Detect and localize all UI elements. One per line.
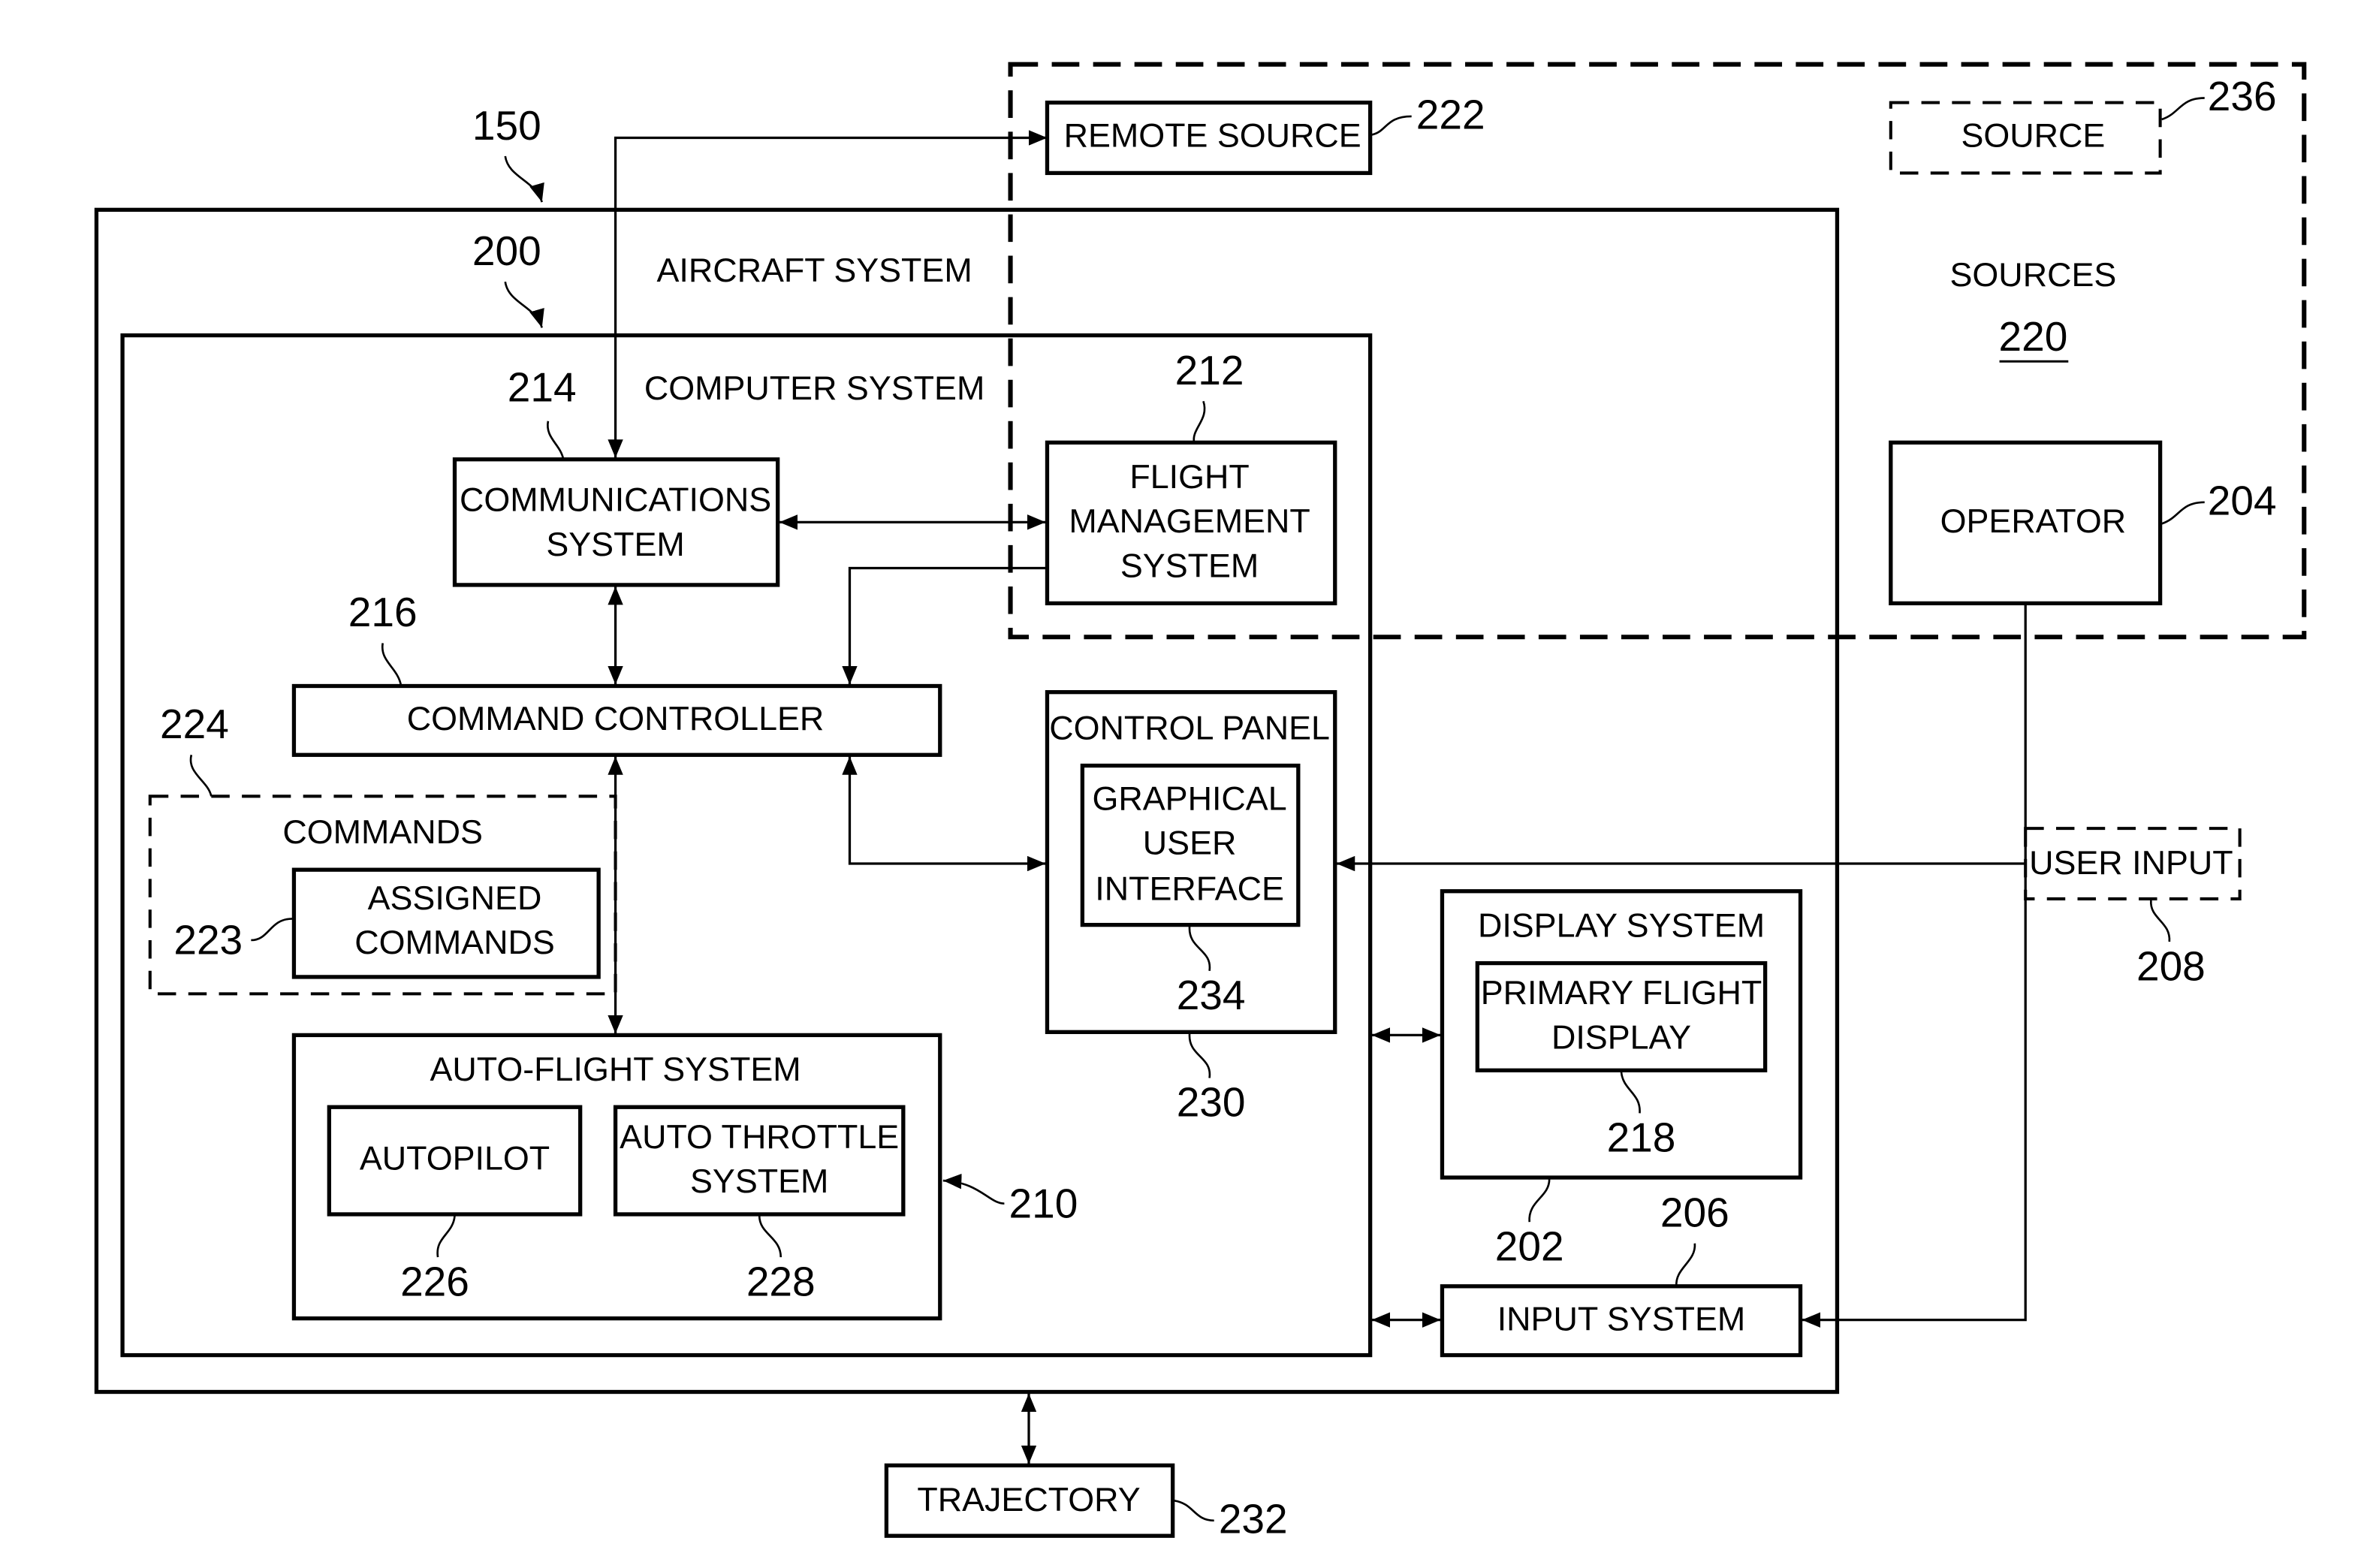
ref-220: 220	[1998, 313, 2067, 360]
leader-223	[251, 918, 293, 942]
ref-223: 223	[173, 917, 243, 963]
ref-236: 236	[2208, 73, 2277, 119]
ref-206: 206	[1660, 1190, 1729, 1236]
gui-line3: INTERFACE	[1095, 870, 1284, 908]
leader-206	[1675, 1243, 1696, 1286]
display-system-label: DISPLAY SYSTEM	[1478, 906, 1765, 945]
source-label: SOURCE	[1961, 116, 2105, 154]
leader-222	[1371, 115, 1412, 136]
pfd-line1: PRIMARY FLIGHT	[1481, 973, 1762, 1012]
ref-208: 208	[2136, 942, 2206, 989]
ref-226: 226	[400, 1258, 469, 1304]
ref-222: 222	[1416, 92, 1485, 138]
link-remote-source-communications	[608, 130, 1048, 458]
control-panel-label: CONTROL PANEL	[1049, 708, 1330, 746]
ref-224: 224	[160, 701, 229, 747]
leader-214	[547, 421, 565, 460]
aircraft-system-label: AIRCRAFT SYSTEM	[656, 251, 972, 289]
commands-label: COMMANDS	[282, 813, 483, 851]
leader-216	[381, 643, 403, 686]
link-fms-command-controller	[842, 566, 1048, 685]
ref-234: 234	[1177, 972, 1246, 1018]
fms-line3: SYSTEM	[1120, 546, 1259, 584]
communications-system-box[interactable]	[452, 457, 780, 587]
sources-label: SOURCES	[1950, 255, 2117, 294]
communications-system-line2: SYSTEM	[546, 525, 684, 563]
pfd-line2: DISPLAY	[1551, 1018, 1691, 1056]
leader-200	[504, 281, 544, 328]
user-input-label: USER INPUT	[2029, 843, 2233, 882]
leader-230	[1188, 1033, 1211, 1078]
leader-212	[1193, 400, 1206, 443]
gui-line1: GRAPHICAL	[1093, 779, 1287, 817]
ref-230: 230	[1177, 1079, 1246, 1126]
assigned-commands-line1: ASSIGNED	[368, 879, 542, 917]
ref-200: 200	[472, 228, 541, 274]
command-controller-label: COMMAND CONTROLLER	[407, 699, 825, 737]
auto-throttle-line2: SYSTEM	[690, 1162, 828, 1200]
aircraft-system-block-diagram: AIRCRAFT SYSTEM COMPUTER SYSTEM 150 200 …	[94, 62, 2307, 1542]
leader-236	[2161, 97, 2205, 121]
link-command-controller-control-panel	[842, 756, 1046, 872]
leader-232	[1174, 1499, 1214, 1522]
ref-218: 218	[1607, 1114, 1676, 1161]
fms-line2: MANAGEMENT	[1069, 502, 1310, 540]
assigned-commands-line2: COMMANDS	[354, 923, 555, 961]
ref-216: 216	[348, 589, 418, 635]
ref-214: 214	[508, 364, 577, 411]
input-system-label: INPUT SYSTEM	[1497, 1300, 1746, 1338]
ref-150: 150	[472, 102, 541, 149]
leader-210	[942, 1173, 1005, 1205]
communications-system-line1: COMMUNICATIONS	[460, 481, 771, 519]
trajectory-label: TRAJECTORY	[917, 1480, 1140, 1518]
leader-202	[1528, 1178, 1551, 1223]
ref-204: 204	[2208, 477, 2277, 523]
leader-208	[2150, 900, 2171, 942]
fms-line1: FLIGHT	[1129, 457, 1249, 496]
ref-202: 202	[1495, 1223, 1564, 1269]
auto-flight-system-label: AUTO-FLIGHT SYSTEM	[430, 1050, 801, 1088]
leader-150	[504, 155, 544, 203]
auto-throttle-line1: AUTO THROTTLE	[620, 1117, 899, 1156]
leader-204	[2161, 501, 2205, 525]
ref-228: 228	[746, 1258, 816, 1304]
ref-212: 212	[1175, 347, 1244, 394]
computer-system-label: COMPUTER SYSTEM	[644, 369, 984, 407]
leader-224	[189, 754, 213, 797]
ref-232: 232	[1219, 1495, 1288, 1542]
gui-line2: USER	[1143, 823, 1237, 861]
operator-label: OPERATOR	[1940, 502, 2127, 540]
remote-source-label: REMOTE SOURCE	[1064, 116, 1361, 154]
ref-210: 210	[1009, 1180, 1078, 1226]
autopilot-label: AUTOPILOT	[360, 1138, 550, 1177]
